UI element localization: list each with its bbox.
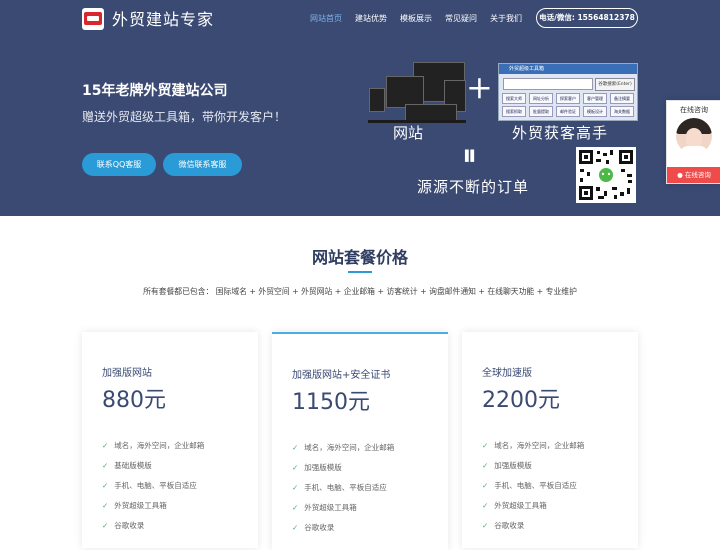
check-icon: ✓ bbox=[292, 463, 299, 472]
toolbox-cell: 搜索抓取 bbox=[502, 106, 526, 117]
check-icon: ✓ bbox=[102, 521, 109, 530]
equals-icon: ⏸ bbox=[462, 138, 477, 173]
plan-feature: ✓ 手机、电脑、平板自适应 bbox=[482, 481, 577, 490]
toolbox-cell: 客户管理 bbox=[583, 93, 607, 104]
nav-advantages[interactable]: 建站优势 bbox=[355, 13, 387, 24]
nav-home[interactable]: 网站首页 bbox=[310, 13, 342, 24]
check-icon: ✓ bbox=[482, 481, 489, 490]
qq-service-button[interactable]: 联系QQ客服 bbox=[82, 153, 156, 176]
plan-feature: ✓ 谷歌收录 bbox=[482, 521, 525, 530]
plan-feature: ✓ 谷歌收录 bbox=[102, 521, 145, 530]
plan-card[interactable]: 加强版网站 880元 ✓ 域名，海外空间，企业邮箱 ✓ 基础版模版 ✓ 手机、电脑、平… bbox=[82, 332, 258, 548]
toolbox-cell: 搜索大师 bbox=[502, 93, 526, 104]
plan-feature: ✓ 基础版模版 bbox=[102, 461, 152, 470]
check-icon: ✓ bbox=[102, 481, 109, 490]
wechat-qr-icon bbox=[576, 147, 636, 203]
brand-name[interactable]: 外贸建站专家 bbox=[112, 6, 214, 30]
plan-feature: ✓ 谷歌收录 bbox=[292, 523, 335, 532]
check-icon: ✓ bbox=[292, 483, 299, 492]
chat-cta-label: 在线咨询 bbox=[684, 171, 711, 179]
chat-label: 在线咨询 bbox=[680, 106, 708, 114]
toolbox-cell: 探索客户 bbox=[556, 93, 580, 104]
plan-card[interactable]: 全球加速版 2200元 ✓ 域名，海外空间，企业邮箱 ✓ 加强版模版 ✓ 手机、电脑、… bbox=[462, 332, 638, 548]
tool-label: 外贸获客高手 bbox=[512, 124, 609, 142]
plan-price: 880元 bbox=[102, 388, 166, 413]
check-icon: ✓ bbox=[482, 461, 489, 470]
plan-feature: ✓ 外贸超级工具箱 bbox=[102, 501, 167, 510]
check-icon: ✓ bbox=[482, 441, 489, 450]
plan-price: 2200元 bbox=[482, 388, 560, 413]
plan-feature: ✓ 域名，海外空间，企业邮箱 bbox=[482, 441, 585, 450]
chat-bubble-icon: ● bbox=[677, 171, 685, 179]
toolbox-cell: 模板设计 bbox=[583, 106, 607, 117]
pricing-title: 网站套餐价格 bbox=[311, 248, 408, 267]
plan-feature: ✓ 外贸超级工具箱 bbox=[292, 503, 357, 512]
check-icon: ✓ bbox=[102, 501, 109, 510]
nav-templates[interactable]: 模板展示 bbox=[400, 13, 432, 24]
check-icon: ✓ bbox=[292, 443, 299, 452]
phone-button[interactable]: 电话/微信: 15564812378 bbox=[536, 8, 638, 28]
toolbox-cell: 邮件验证 bbox=[556, 106, 580, 117]
check-icon: ✓ bbox=[482, 521, 489, 530]
toolbox-window: 外贸超级工具箱 谷歌搜索(Enter) 搜索大师 网址分析 探索客户 客户管理 … bbox=[498, 63, 638, 121]
online-consult-widget[interactable]: 在线咨询 ● 在线咨询 bbox=[666, 100, 720, 184]
check-icon: ✓ bbox=[292, 523, 299, 532]
toolbox-title: 外贸超级工具箱 bbox=[499, 64, 637, 74]
toolbox-search-button: 谷歌搜索(Enter) bbox=[595, 78, 635, 91]
check-icon: ✓ bbox=[482, 501, 489, 510]
nav-faq[interactable]: 常见疑问 bbox=[445, 13, 477, 24]
check-icon: ✓ bbox=[102, 441, 109, 450]
toolbox-cell: 批量提取 bbox=[529, 106, 553, 117]
plan-feature: ✓ 外贸超级工具箱 bbox=[482, 501, 547, 510]
plan-feature: ✓ 域名，海外空间，企业邮箱 bbox=[102, 441, 205, 450]
plan-name: 加强版网站+安全证书 bbox=[292, 370, 391, 381]
nav-about[interactable]: 关于我们 bbox=[490, 13, 522, 24]
plan-name: 全球加速版 bbox=[482, 368, 532, 379]
title-divider bbox=[348, 271, 372, 273]
toolbox-search-field bbox=[503, 78, 593, 90]
check-icon: ✓ bbox=[292, 503, 299, 512]
plan-feature: ✓ 加强版模版 bbox=[292, 463, 342, 472]
agent-avatar bbox=[676, 118, 712, 154]
plan-feature: ✓ 加强版模版 bbox=[482, 461, 532, 470]
plan-feature: ✓ 手机、电脑、平板自适应 bbox=[102, 481, 197, 490]
hero-title: 15年老牌外贸建站公司 bbox=[82, 83, 228, 99]
plan-name: 加强版网站 bbox=[102, 368, 152, 379]
toolbox-cell: 网址分析 bbox=[529, 93, 553, 104]
chat-cta-button[interactable]: ● 在线咨询 bbox=[667, 167, 720, 183]
plan-feature: ✓ 手机、电脑、平板自适应 bbox=[292, 483, 387, 492]
pricing-includes: 所有套餐都已包含： 国际域名 + 外贸空间 + 外贸网站 + 企业邮箱 + 访客… bbox=[143, 287, 577, 296]
plan-card[interactable]: 加强版网站+安全证书 1150元 ✓ 域名，海外空间，企业邮箱 ✓ 加强版模版 ✓ 手… bbox=[272, 332, 448, 550]
toolbox-cell: 备注摘要 bbox=[610, 93, 634, 104]
toolbox-cell: 海关数据 bbox=[610, 106, 634, 117]
wechat-service-button[interactable]: 微信联系客服 bbox=[163, 153, 242, 176]
hero-subtitle: 赠送外贸超级工具箱，带你开发客户！ bbox=[82, 110, 287, 124]
plus-icon: + bbox=[466, 68, 493, 106]
website-label: 网站 bbox=[393, 124, 424, 142]
check-icon: ✓ bbox=[102, 461, 109, 470]
plan-price: 1150元 bbox=[292, 390, 370, 415]
orders-label: 源源不断的订单 bbox=[417, 178, 530, 196]
plan-feature: ✓ 域名，海外空间，企业邮箱 bbox=[292, 443, 395, 452]
logo-icon[interactable] bbox=[82, 8, 104, 30]
